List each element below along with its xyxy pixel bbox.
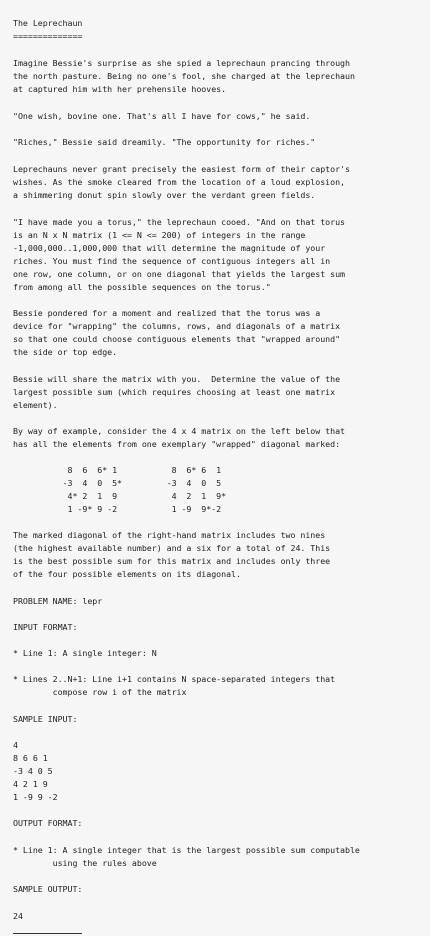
matrix-row: 8 6 6* 1 8 6* 6 1 [13,465,222,475]
sample-input-line: 8 6 6 1 [13,753,48,763]
sample-input-line: 4 [13,740,18,750]
story-line: "I have made you a torus," the leprechau… [13,217,345,227]
matrix-row: 4* 2 1 9 4 2 1 9* [13,491,227,501]
story-line: so that one could choose contiguous elem… [13,334,341,344]
task-line: largest possible sum (which requires cho… [13,387,336,397]
story-line: "Riches," Bessie said dreamily. "The opp… [13,137,316,147]
input-format-line: compose row i of the matrix [13,687,187,697]
title-underline: ============== [13,31,83,41]
explanation-line: is the best possible sum for this matrix… [13,556,331,566]
problem-title: The Leprechaun [13,18,83,28]
matrix-row: -3 4 0 5* -3 4 0 5 [13,478,222,488]
explanation-line: (the highest available number) and a six… [13,543,331,553]
input-format-heading: INPUT FORMAT: [13,622,78,632]
explanation-line: The marked diagonal of the right-hand ma… [13,530,326,540]
story-line: -1,000,000..1,000,000 that will determin… [13,243,326,253]
output-format-line: * Line 1: A single integer that is the l… [13,845,360,855]
sample-output-heading: SAMPLE OUTPUT: [13,884,83,894]
output-format-heading: OUTPUT FORMAT: [13,818,83,828]
story-line: the north pasture. Being no one's fool, … [13,71,355,81]
task-line: element). [13,400,58,410]
sample-input-heading: SAMPLE INPUT: [13,714,78,724]
story-line: Leprechauns never grant precisely the ea… [13,164,350,174]
story-line: riches. You must find the sequence of co… [13,256,331,266]
matrix-row: 1 -9* 9 -2 1 -9 9*-2 [13,504,222,514]
story-line: wishes. As the smoke cleared from the lo… [13,177,345,187]
story-line: Imagine Bessie's surprise as she spied a… [13,58,350,68]
example-line: By way of example, consider the 4 x 4 ma… [13,426,345,436]
sample-output-value: 24 [13,911,23,921]
explanation-line: of the four possible elements on its dia… [13,569,241,579]
story-line: Bessie pondered for a moment and realize… [13,308,321,318]
story-line: at captured him with her prehensile hoov… [13,84,227,94]
sample-input-line: 4 2 1 9 [13,779,48,789]
sample-input-line: -3 4 0 5 [13,766,53,776]
story-line: "One wish, bovine one. That's all I have… [13,111,311,121]
output-format-line: using the rules above [13,858,157,868]
story-line: device for "wrapping" the columns, rows,… [13,321,341,331]
story-line: is an N x N matrix (1 <= N <= 200) of in… [13,230,306,240]
story-line: a shimmering donut spin slowly over the … [13,190,316,200]
story-line: the side or top edge. [13,347,118,357]
example-line: has all the elements from one exemplary … [13,439,341,449]
divider [13,933,82,934]
input-format-line: * Line 1: A single integer: N [13,648,157,658]
input-format-line: * Lines 2..N+1: Line i+1 contains N spac… [13,674,336,684]
task-line: Bessie will share the matrix with you. D… [13,374,341,384]
story-line: from among all the possible sequences on… [13,282,271,292]
sample-input-line: 1 -9 9 -2 [13,792,58,802]
problem-document: The Leprechaun ============== Imagine Be… [0,0,430,936]
story-line: one row, one column, or on one diagonal … [13,269,345,279]
problem-name: PROBLEM NAME: lepr [13,596,103,606]
